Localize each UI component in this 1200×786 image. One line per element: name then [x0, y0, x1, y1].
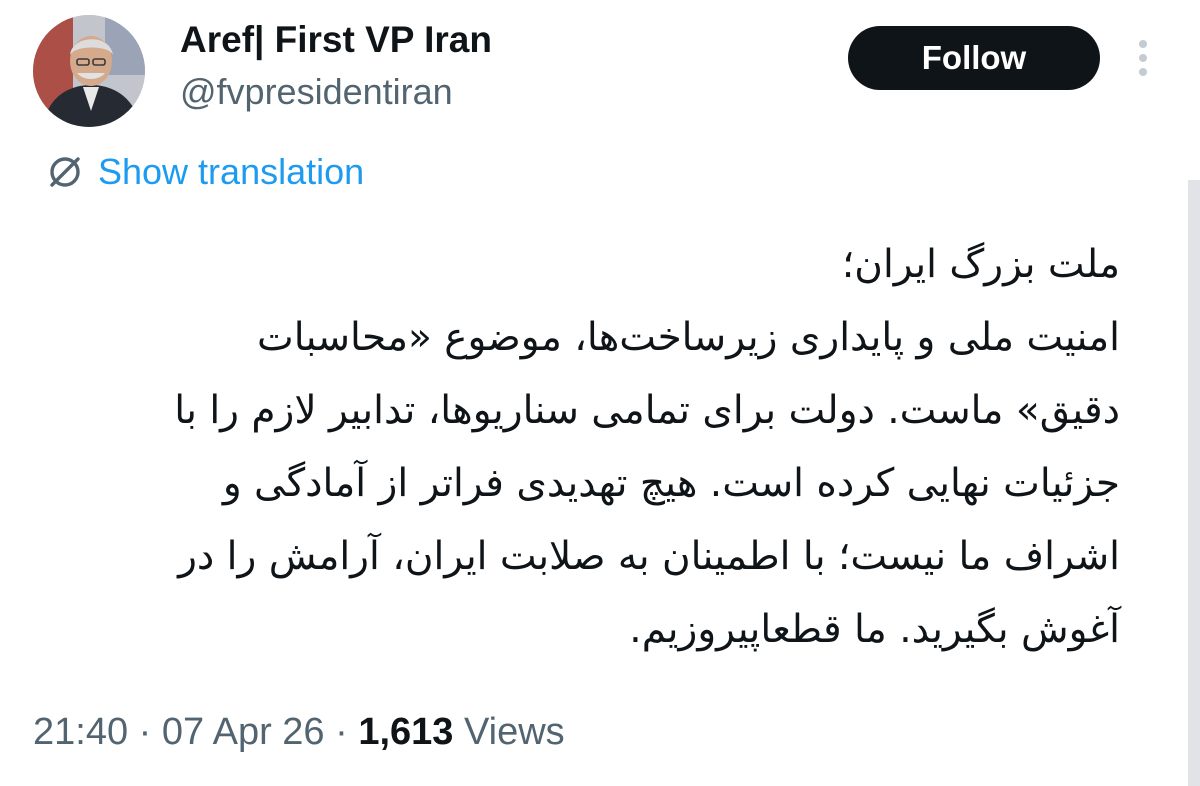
- avatar-photo: [33, 15, 145, 127]
- tweet-text-line: جزئیات نهایی کرده است. هیچ تهدیدی فراتر …: [222, 461, 1120, 506]
- show-translation-label[interactable]: Show translation: [98, 151, 364, 193]
- more-dot: [1139, 68, 1147, 76]
- tweet-meta: 21:40 · 07 Apr 26 · 1,613 Views: [33, 707, 565, 757]
- tweet-text-line: دقیق» ماست. دولت برای تمامی سناریوها، تد…: [174, 388, 1120, 433]
- tweet-header: Aref| First VP Iran @fvpresidentiran Fol…: [0, 0, 1200, 140]
- avatar[interactable]: [33, 15, 145, 127]
- author-info: Aref| First VP Iran @fvpresidentiran: [180, 16, 492, 114]
- globe-translate-icon: [50, 157, 80, 187]
- follow-button[interactable]: Follow: [848, 26, 1100, 90]
- scrollbar[interactable]: [1188, 180, 1200, 786]
- show-translation-link[interactable]: Show translation: [46, 150, 364, 194]
- tweet-text-line: اشراف ما نیست؛ با اطمینان به صلابت ایران…: [178, 534, 1120, 579]
- tweet-text: ملت بزرگ ایران؛ امنیت ملی و پایداری زیرس…: [90, 228, 1120, 666]
- display-name[interactable]: Aref| First VP Iran: [180, 16, 492, 64]
- meta-separator: ·: [138, 711, 152, 753]
- tweet-text-line: ملت بزرگ ایران؛: [841, 242, 1120, 287]
- more-dot: [1139, 40, 1147, 48]
- more-dot: [1139, 54, 1147, 62]
- tweet-text-line: امنیت ملی و پایداری زیرساخت‌ها، موضوع «م…: [257, 315, 1120, 360]
- views-count[interactable]: 1,613: [358, 711, 453, 753]
- tweet-text-line: آغوش بگیرید. ما قطعاپیروزیم.: [629, 607, 1120, 652]
- meta-separator: ·: [335, 711, 348, 753]
- user-handle[interactable]: @fvpresidentiran: [180, 70, 492, 114]
- tweet-time[interactable]: 21:40: [33, 711, 128, 753]
- more-vertical-icon[interactable]: [1128, 36, 1158, 80]
- views-label: Views: [464, 711, 565, 753]
- tweet-date[interactable]: 07 Apr 26: [162, 711, 325, 753]
